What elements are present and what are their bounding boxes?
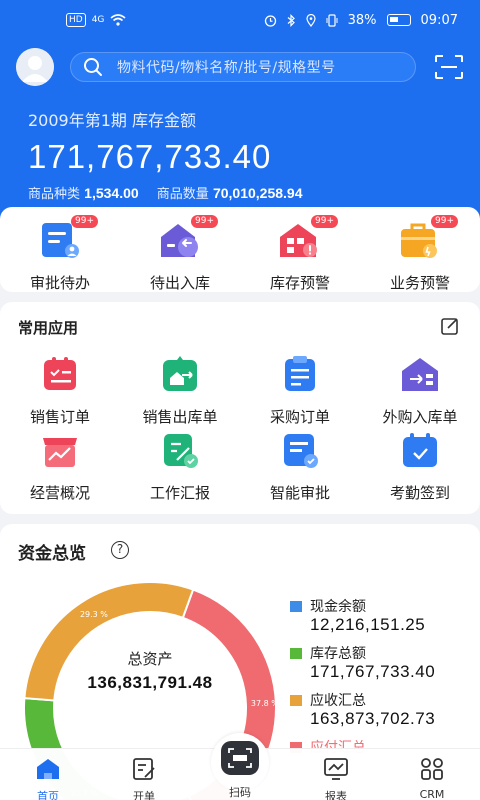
qty-label: 商品数量 bbox=[156, 187, 209, 202]
business-overview-icon bbox=[43, 438, 77, 467]
tab-label: 首页 bbox=[37, 790, 59, 800]
edit-icon[interactable] bbox=[440, 316, 460, 336]
legend-swatch bbox=[290, 695, 302, 706]
qty-value: 70,010,258.94 bbox=[212, 185, 303, 201]
legend-value: 12,216,151.25 bbox=[310, 615, 426, 634]
legend-name: 应收汇总 bbox=[310, 693, 366, 709]
todo-badge: 99+ bbox=[191, 215, 218, 228]
app-label: 经营概况 bbox=[29, 484, 90, 502]
slice-percent-label: 37.8 % bbox=[250, 699, 279, 709]
todo-label: 库存预警 bbox=[269, 274, 330, 292]
tab-scan-label[interactable]: 扫码 bbox=[211, 784, 269, 800]
inventory-amount: 171,767,733.40 bbox=[28, 138, 272, 175]
app-label: 销售订单 bbox=[29, 408, 90, 426]
search-placeholder: 物料代码/物料名称/批号/规格型号 bbox=[117, 60, 336, 76]
app-purchase-inbound[interactable]: 外购入库单 bbox=[360, 354, 480, 427]
sales-outbound-icon bbox=[163, 356, 197, 391]
scan-icon bbox=[221, 741, 259, 775]
apps-title: 常用应用 bbox=[18, 319, 79, 337]
purchase-inbound-icon bbox=[402, 358, 438, 391]
app-sales-order[interactable]: 销售订单 bbox=[0, 354, 120, 427]
tab-label: 开单 bbox=[133, 790, 155, 800]
battery-icon bbox=[386, 14, 411, 26]
tab-order[interactable]: 开单 bbox=[104, 757, 184, 800]
location-icon bbox=[306, 13, 316, 27]
crm-icon bbox=[421, 758, 443, 780]
bluetooth-icon bbox=[287, 13, 295, 27]
app-attendance[interactable]: 考勤签到 bbox=[360, 430, 480, 503]
app-business-overview[interactable]: 经营概况 bbox=[0, 430, 120, 503]
todo-badge: 99+ bbox=[71, 215, 98, 228]
sales-order-icon bbox=[44, 357, 76, 390]
kinds-value: 1,534.00 bbox=[84, 185, 139, 201]
todo-in-out[interactable]: 99+ 待出入库 bbox=[120, 215, 240, 293]
wifi-icon bbox=[110, 14, 126, 26]
order-icon bbox=[133, 758, 155, 780]
tab-crm[interactable]: CRM bbox=[392, 757, 472, 800]
app-label: 智能审批 bbox=[269, 484, 330, 502]
scan-icon[interactable] bbox=[434, 54, 464, 80]
status-bar: HD 4G 38% 09:07 bbox=[0, 0, 480, 40]
search-bar[interactable]: 物料代码/物料名称/批号/规格型号 bbox=[70, 52, 416, 82]
total-assets-value: 136,831,791.48 bbox=[87, 673, 213, 692]
vibrate-icon bbox=[326, 13, 338, 27]
common-apps-card: 常用应用 销售订单 销售出库单 采购订单 外购入库单 经营概况 工作汇报 智能审… bbox=[0, 302, 480, 514]
todo-business-warning[interactable]: 99+ 业务预警 bbox=[360, 215, 480, 293]
hd-indicator: HD bbox=[66, 13, 86, 27]
todo-label: 审批待办 bbox=[29, 274, 90, 292]
legend-name: 现金余额 bbox=[310, 599, 366, 615]
todo-badge: 99+ bbox=[431, 215, 458, 228]
todo-label: 业务预警 bbox=[389, 274, 450, 292]
home-icon bbox=[37, 759, 59, 779]
legend-value: 163,873,702.73 bbox=[310, 709, 436, 728]
avatar[interactable] bbox=[16, 48, 54, 86]
purchase-order-icon bbox=[285, 356, 315, 391]
app-label: 考勤签到 bbox=[389, 484, 450, 502]
legend-name: 库存总额 bbox=[310, 646, 366, 662]
tab-label: 报表 bbox=[325, 790, 347, 800]
todo-card: 99+ 审批待办 99+ 待出入库 99+ 库存预警 99+ 业务预警 bbox=[0, 207, 480, 292]
app-work-report[interactable]: 工作汇报 bbox=[120, 430, 240, 503]
todo-label: 待出入库 bbox=[149, 274, 210, 292]
app-label: 采购订单 bbox=[269, 408, 330, 426]
legend-swatch bbox=[290, 648, 302, 659]
app-smart-approval[interactable]: 智能审批 bbox=[240, 430, 360, 503]
battery-percent: 38% bbox=[347, 12, 377, 28]
scan-button[interactable] bbox=[211, 733, 269, 791]
search-icon bbox=[84, 58, 102, 76]
app-label: 工作汇报 bbox=[149, 484, 210, 502]
legend-swatch bbox=[290, 601, 302, 612]
work-report-icon bbox=[164, 434, 198, 468]
help-icon[interactable]: ? bbox=[111, 541, 129, 559]
total-assets-label: 总资产 bbox=[127, 650, 173, 668]
attendance-icon bbox=[403, 433, 437, 467]
app-label: 外购入库单 bbox=[382, 408, 458, 426]
app-label: 销售出库单 bbox=[142, 408, 218, 426]
app-purchase-order[interactable]: 采购订单 bbox=[240, 354, 360, 427]
period-label: 2009年第1期 库存金额 bbox=[28, 111, 196, 130]
legend-value: 171,767,733.40 bbox=[310, 662, 436, 681]
clock: 09:07 bbox=[420, 12, 458, 28]
todo-badge: 99+ bbox=[311, 215, 338, 228]
network-indicator: 4G bbox=[91, 15, 105, 25]
app-sales-outbound[interactable]: 销售出库单 bbox=[120, 354, 240, 427]
inventory-stats: 商品种类 1,534.00 商品数量 70,010,258.94 bbox=[28, 183, 316, 202]
tab-label: CRM bbox=[419, 788, 445, 800]
tab-report[interactable]: 报表 bbox=[296, 757, 376, 800]
todo-approval[interactable]: 99+ 审批待办 bbox=[0, 215, 120, 293]
smart-approval-icon bbox=[284, 434, 318, 468]
alarm-icon bbox=[264, 14, 276, 27]
kinds-label: 商品种类 bbox=[28, 187, 81, 202]
funds-title: 资金总览 bbox=[18, 544, 86, 564]
tab-home[interactable]: 首页 bbox=[8, 757, 88, 800]
slice-percent-label: 29.3 % bbox=[79, 609, 108, 619]
donut-center: 总资产 136,831,791.48 bbox=[22, 648, 278, 693]
todo-stock-warning[interactable]: 99+ 库存预警 bbox=[240, 215, 360, 293]
report-icon bbox=[324, 758, 348, 780]
